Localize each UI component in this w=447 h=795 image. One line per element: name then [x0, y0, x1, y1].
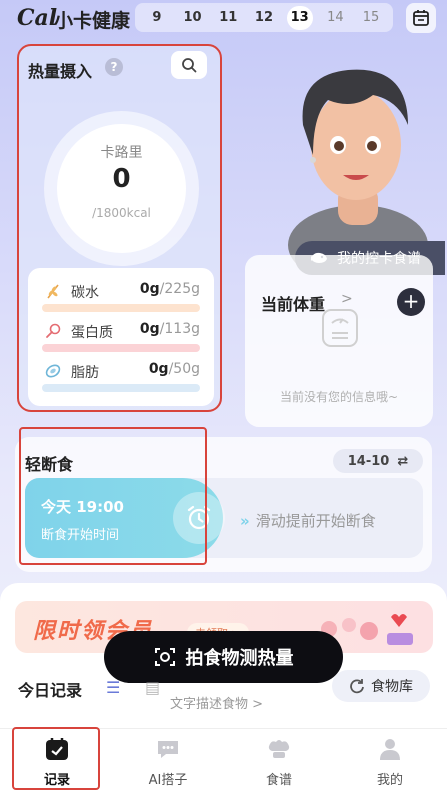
- refresh-icon: [350, 679, 364, 694]
- macro-name: 脂肪: [71, 365, 99, 381]
- alarm-clock-icon: [187, 505, 211, 530]
- bottom-tab-bar: 记录 AI搭子 食谱 我的: [0, 728, 447, 795]
- macro-name: 蛋白质: [71, 325, 113, 341]
- avocado-icon: [45, 364, 61, 378]
- weight-card[interactable]: 当前体重 > + 当前没有您的信息哦~: [245, 255, 433, 427]
- double-chevron-icon: »: [240, 512, 250, 530]
- weight-title: 当前体重: [261, 295, 326, 314]
- mascot-illustration: [288, 69, 428, 265]
- macro-list: 碳水 0g/225g 蛋白质 0g/113g 脂肪 0g/50g: [28, 268, 214, 406]
- add-weight-button[interactable]: +: [397, 288, 425, 316]
- fasting-title: 轻断食: [25, 455, 74, 474]
- tab-label: AI搭子: [148, 773, 188, 788]
- fasting-start-handle[interactable]: 今天 19:00 断食开始时间: [25, 478, 225, 558]
- food-search-button[interactable]: [171, 51, 207, 79]
- snap-food-button[interactable]: 拍食物测热量: [104, 631, 343, 683]
- macro-value: 0g/50g: [148, 361, 200, 377]
- calorie-target: /1800kcal: [92, 206, 151, 220]
- food-library-label: 食物库: [371, 679, 413, 695]
- tab-records[interactable]: 记录: [12, 737, 102, 788]
- date-item[interactable]: 11: [215, 6, 241, 30]
- today-records-title: 今日记录: [18, 681, 83, 700]
- weight-arrow: >: [341, 291, 353, 307]
- search-icon: [182, 58, 197, 73]
- macro-progress-bar: [42, 344, 200, 352]
- weight-empty-text: 当前没有您的信息哦~: [279, 390, 399, 404]
- chef-hat-icon: [268, 740, 290, 758]
- date-item[interactable]: 15: [358, 6, 384, 30]
- snap-food-label: 拍食物测热量: [185, 648, 294, 669]
- macro-progress-bar: [42, 304, 200, 312]
- help-icon[interactable]: ?: [105, 58, 123, 76]
- macro-row-carbs: 碳水 0g/225g: [28, 276, 214, 316]
- macro-value: 0g/225g: [139, 281, 200, 297]
- date-item-selected[interactable]: 13: [286, 5, 313, 30]
- grid-view-icon[interactable]: ▤: [145, 678, 160, 697]
- fasting-plan-label: 14-10: [347, 453, 390, 469]
- calendar-check-icon: [46, 738, 68, 760]
- list-view-icon[interactable]: ☰: [106, 678, 120, 697]
- person-icon: [380, 739, 400, 760]
- calorie-value: 0: [112, 164, 131, 194]
- fasting-card: 轻断食 14-10 ⇄ » 滑动提前开始断食 今天 19:00 断食开始时间: [15, 437, 432, 572]
- fasting-start-label: 断食开始时间: [41, 528, 120, 543]
- date-item[interactable]: 10: [180, 6, 206, 30]
- date-item[interactable]: 14: [322, 6, 348, 30]
- tab-profile[interactable]: 我的: [345, 737, 435, 788]
- calorie-card-title: 热量摄入: [28, 62, 93, 81]
- scale-icon: [322, 309, 358, 347]
- macro-value: 0g/113g: [139, 321, 200, 337]
- tab-label: 食谱: [265, 773, 292, 788]
- macro-progress-bar: [42, 384, 200, 392]
- calendar-button[interactable]: [406, 3, 436, 33]
- calorie-intake-card: 热量摄入 ? 卡路里 0 /1800kcal 碳水 0g/225g 蛋白质 0g…: [17, 44, 222, 412]
- macro-row-fat: 脂肪 0g/50g: [28, 356, 214, 396]
- tab-recipes[interactable]: 食谱: [234, 737, 324, 788]
- wheat-icon: [47, 284, 59, 299]
- app-logo: Cal: [17, 5, 58, 31]
- date-item[interactable]: 9: [144, 6, 170, 30]
- camera-scan-icon: [154, 648, 175, 666]
- food-library-button[interactable]: 食物库: [332, 670, 430, 702]
- text-describe-food-link[interactable]: 文字描述食物 >: [170, 693, 263, 712]
- fasting-plan-button[interactable]: 14-10 ⇄: [333, 449, 423, 473]
- drumstick-icon: [46, 323, 61, 338]
- swap-icon: ⇄: [397, 453, 409, 469]
- date-strip: 9 10 11 12 13 14 15: [135, 3, 393, 32]
- tab-label: 记录: [43, 773, 70, 788]
- macro-name: 碳水: [71, 285, 99, 301]
- calorie-label: 卡路里: [100, 145, 143, 161]
- app-title: 小卡健康: [54, 10, 131, 32]
- fasting-start-time: 今天 19:00: [41, 498, 124, 516]
- calendar-icon: [413, 10, 429, 26]
- chat-bubble-icon: [158, 741, 178, 758]
- fasting-slide-hint: » 滑动提前开始断食: [240, 512, 376, 530]
- header: Cal 小卡健康 9 10 11 12 13 14 15: [0, 0, 447, 40]
- tab-ai-buddy[interactable]: AI搭子: [123, 737, 213, 788]
- date-item[interactable]: 12: [251, 6, 277, 30]
- alarm-button[interactable]: [173, 492, 225, 544]
- macro-row-protein: 蛋白质 0g/113g: [28, 316, 214, 356]
- tab-label: 我的: [376, 773, 403, 788]
